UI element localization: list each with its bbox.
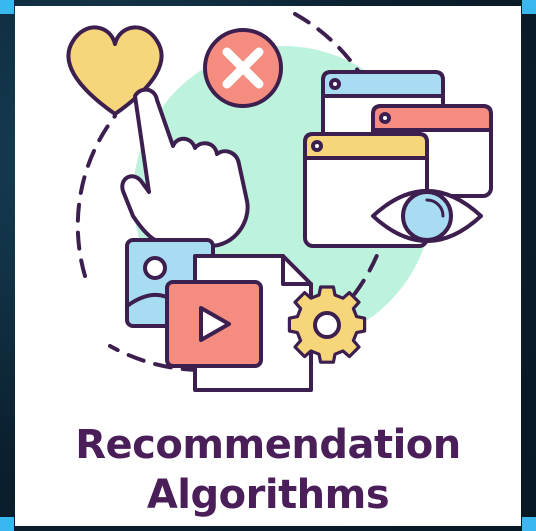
- close-icon: [203, 28, 283, 108]
- illustration-card: Recommendation Algorithms: [15, 6, 521, 526]
- play-icon: [165, 280, 263, 368]
- corner-accent: [522, 0, 536, 14]
- title-line-2: Algorithms: [146, 472, 390, 518]
- gear-icon: [287, 285, 367, 364]
- recommendation-illustration: [66, 12, 493, 392]
- title-line-1: Recommendation: [75, 422, 461, 468]
- dashed-orbit: [75, 114, 117, 278]
- corner-accent: [0, 517, 14, 531]
- corner-accent: [0, 0, 14, 14]
- corner-accent: [522, 517, 536, 531]
